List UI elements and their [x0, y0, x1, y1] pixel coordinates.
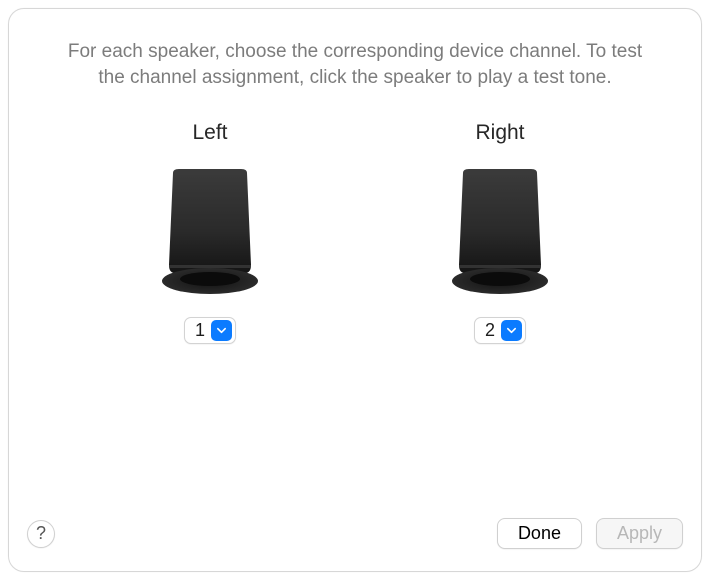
right-channel-value: 2 — [485, 320, 501, 341]
left-channel-value: 1 — [195, 320, 211, 341]
right-channel-select[interactable]: 2 — [474, 317, 526, 344]
apply-button: Apply — [596, 518, 683, 549]
chevron-down-icon — [211, 320, 232, 341]
help-icon: ? — [36, 523, 46, 544]
left-channel-select[interactable]: 1 — [184, 317, 236, 344]
done-button[interactable]: Done — [497, 518, 582, 549]
left-speaker-label: Left — [192, 121, 227, 145]
speaker-icon — [155, 169, 265, 295]
left-speaker-column: Left — [155, 121, 265, 344]
speaker-row: Left — [9, 121, 701, 344]
bottom-bar: ? Done Apply — [27, 518, 683, 549]
right-speaker-column: Right — [445, 121, 555, 344]
speaker-config-window: For each speaker, choose the correspondi… — [8, 8, 702, 572]
speaker-icon — [445, 169, 555, 295]
left-speaker-button[interactable] — [155, 169, 265, 295]
help-button[interactable]: ? — [27, 520, 55, 548]
right-speaker-label: Right — [475, 121, 524, 145]
right-speaker-button[interactable] — [445, 169, 555, 295]
chevron-down-icon — [501, 320, 522, 341]
instructions-text: For each speaker, choose the correspondi… — [59, 39, 651, 90]
